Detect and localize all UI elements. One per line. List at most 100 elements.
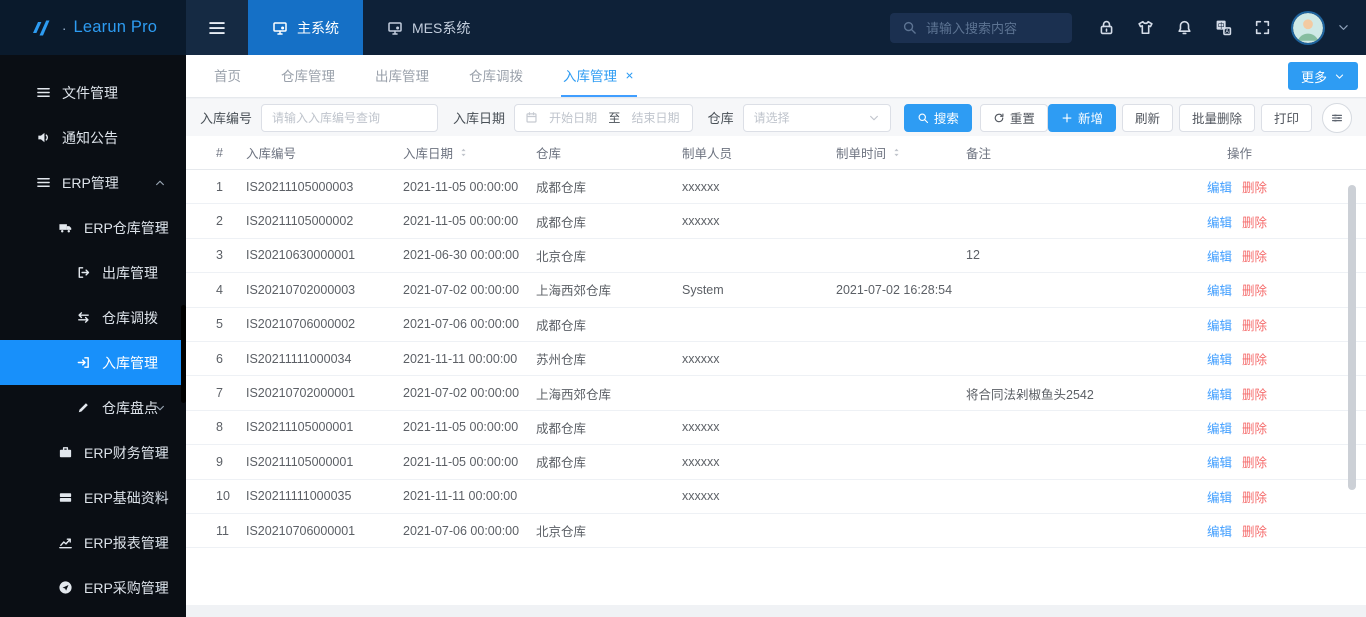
sidebar-menu: 文件管理通知公告 ERP管理 ERP仓库管理 出库管理 仓库调拨 入库管理 仓库盘点 ERP财… [0, 55, 186, 617]
edit-link[interactable]: 编辑 [1207, 349, 1232, 368]
table-row[interactable]: 4 IS20210702000003 2021-07-02 00:00:00 上海西郊… [186, 273, 1366, 308]
batch-delete-button[interactable]: 批量删除 [1178, 103, 1255, 132]
table-row[interactable]: 10 IS20211111000035 2021-11-11 00:00:00 xxx… [186, 480, 1366, 514]
delete-link[interactable]: 删除 [1242, 177, 1267, 196]
cell-no: IS20211111000035 [246, 489, 352, 504]
page-tab-4[interactable]: 仓库调拨 [467, 55, 525, 97]
edit-link[interactable]: 编辑 [1207, 384, 1232, 403]
date-range-picker[interactable]: 开始日期 至 结束日期 [514, 103, 693, 132]
column-header-3[interactable]: 入库日期 [403, 143, 536, 162]
sidebar-item-12[interactable]: ERP采购管理 [0, 565, 186, 610]
add-button[interactable]: 新增 [1047, 103, 1116, 132]
sidebar-item-6[interactable]: 仓库调拨 [0, 295, 186, 340]
cell-creator: xxxxxx [682, 420, 720, 435]
sidebar-item-8[interactable]: 仓库盘点 [0, 385, 186, 430]
delete-link[interactable]: 删除 [1242, 280, 1267, 299]
system-tab-1[interactable]: 主系统 [248, 0, 363, 55]
delete-link[interactable]: 删除 [1242, 418, 1267, 437]
sidebar-item-1[interactable]: 文件管理 [0, 70, 186, 115]
receipt-no-input[interactable] [261, 103, 439, 132]
edit-link[interactable]: 编辑 [1207, 315, 1232, 334]
cell-date: 2021-06-30 00:00:00 [403, 248, 520, 263]
delete-link[interactable]: 删除 [1242, 452, 1267, 471]
table-row[interactable]: 2 IS20211105000002 2021-11-05 00:00:00 成都仓库… [186, 204, 1366, 239]
row-actions: 编辑 删除 [1201, 315, 1366, 334]
lock-icon[interactable] [1098, 19, 1115, 36]
delete-link[interactable]: 删除 [1242, 246, 1267, 265]
app-window: · Learun Pro 主系统 MES系统 请输入搜索内容 中A 文件管理 通知公… [0, 0, 1366, 617]
system-tab-2[interactable]: MES系统 [363, 0, 494, 55]
search-button[interactable]: 搜索 [903, 103, 972, 132]
edit-link[interactable]: 编辑 [1207, 177, 1232, 196]
theme-shirt-icon[interactable] [1137, 19, 1154, 36]
more-tabs-button[interactable]: 更多 [1287, 62, 1358, 90]
sidebar-item-4[interactable]: ERP仓库管理 [0, 205, 186, 250]
page-tab-5[interactable]: 入库管理 [561, 55, 637, 97]
column-settings-button[interactable] [1322, 102, 1352, 133]
cell-warehouse: 北京仓库 [536, 249, 587, 264]
table-row[interactable]: 3 IS20210630000001 2021-06-30 00:00:00 北京仓库… [186, 239, 1366, 274]
table-row[interactable]: 9 IS20211105000001 2021-11-05 00:00:00 成都仓库… [186, 445, 1366, 480]
edit-link[interactable]: 编辑 [1207, 418, 1232, 437]
menu-icon [36, 85, 51, 100]
search-icon [917, 112, 929, 124]
edit-link[interactable]: 编辑 [1207, 452, 1232, 471]
cell-warehouse: 成都仓库 [536, 215, 587, 230]
user-menu-chevron-icon[interactable] [1337, 21, 1350, 34]
print-button[interactable]: 打印 [1260, 103, 1312, 132]
sidebar-item-10[interactable]: ERP基础资料 [0, 475, 186, 520]
column-header-label: 仓库 [536, 147, 562, 161]
delete-link[interactable]: 删除 [1242, 212, 1267, 231]
column-header-6[interactable]: 制单时间 [836, 143, 966, 162]
refresh-button[interactable]: 刷新 [1121, 103, 1173, 132]
reset-button[interactable]: 重置 [979, 103, 1048, 132]
table-row[interactable]: 1 IS20211105000003 2021-11-05 00:00:00 成都仓库… [186, 170, 1366, 205]
sidebar-scrollbar-thumb[interactable] [181, 305, 186, 403]
global-search-input[interactable]: 请输入搜索内容 [890, 12, 1072, 43]
edit-link[interactable]: 编辑 [1207, 280, 1232, 299]
collapse-menu-button[interactable] [186, 0, 248, 55]
sidebar-item-9[interactable]: ERP财务管理 [0, 430, 186, 475]
page-tab-1[interactable]: 首页 [212, 55, 243, 97]
sidebar-item-5[interactable]: 出库管理 [0, 250, 186, 295]
sidebar-item-label: 通知公告 [62, 129, 118, 146]
global-search-placeholder: 请输入搜索内容 [926, 21, 1018, 36]
notification-bell-icon[interactable] [1176, 19, 1193, 36]
table-row[interactable]: 11 IS20210706000001 2021-07-06 00:00:00 北京仓… [186, 514, 1366, 549]
row-actions: 编辑 删除 [1201, 521, 1366, 540]
user-avatar[interactable] [1293, 12, 1323, 43]
sidebar-item-3[interactable]: ERP管理 [0, 160, 186, 205]
sort-icon[interactable] [458, 147, 469, 158]
language-translate-icon[interactable]: 中A [1215, 19, 1232, 36]
fullscreen-expand-icon[interactable] [1254, 19, 1271, 36]
login-icon [76, 355, 91, 370]
delete-link[interactable]: 删除 [1242, 487, 1267, 506]
sidebar-item-2[interactable]: 通知公告 [0, 115, 186, 160]
cell-index: 4 [216, 282, 223, 297]
cell-no: IS20211105000001 [246, 420, 354, 435]
page-tab-2[interactable]: 仓库管理 [279, 55, 337, 97]
table-row[interactable]: 7 IS20210702000001 2021-07-02 00:00:00 上海西郊… [186, 376, 1366, 411]
end-date-placeholder: 结束日期 [631, 111, 680, 125]
delete-link[interactable]: 删除 [1242, 384, 1267, 403]
table-row[interactable]: 6 IS20211111000034 2021-11-11 00:00:00 苏州仓库… [186, 342, 1366, 377]
delete-link[interactable]: 删除 [1242, 349, 1267, 368]
table-row[interactable]: 5 IS20210706000002 2021-07-06 00:00:00 成都仓库… [186, 308, 1366, 342]
edit-link[interactable]: 编辑 [1207, 246, 1232, 265]
edit-link[interactable]: 编辑 [1207, 487, 1232, 506]
cell-remark: 将合同法剁椒鱼头2542 [966, 387, 1094, 402]
sidebar-item-11[interactable]: ERP报表管理 [0, 520, 186, 565]
table-row[interactable]: 8 IS20211105000001 2021-11-05 00:00:00 成都仓库… [186, 411, 1366, 446]
sidebar-item-7[interactable]: 入库管理 [0, 340, 186, 385]
cell-creator: xxxxxx [682, 351, 720, 366]
delete-link[interactable]: 删除 [1242, 315, 1267, 334]
edit-link[interactable]: 编辑 [1207, 521, 1232, 540]
sort-icon[interactable] [891, 147, 902, 158]
cell-remark: 12 [966, 248, 980, 263]
edit-link[interactable]: 编辑 [1207, 212, 1232, 231]
table-scrollbar-thumb[interactable] [1348, 185, 1356, 490]
warehouse-select[interactable]: 请选择 [742, 103, 891, 132]
close-tab-icon[interactable] [624, 70, 635, 81]
delete-link[interactable]: 删除 [1242, 521, 1267, 540]
page-tab-3[interactable]: 出库管理 [373, 55, 431, 97]
